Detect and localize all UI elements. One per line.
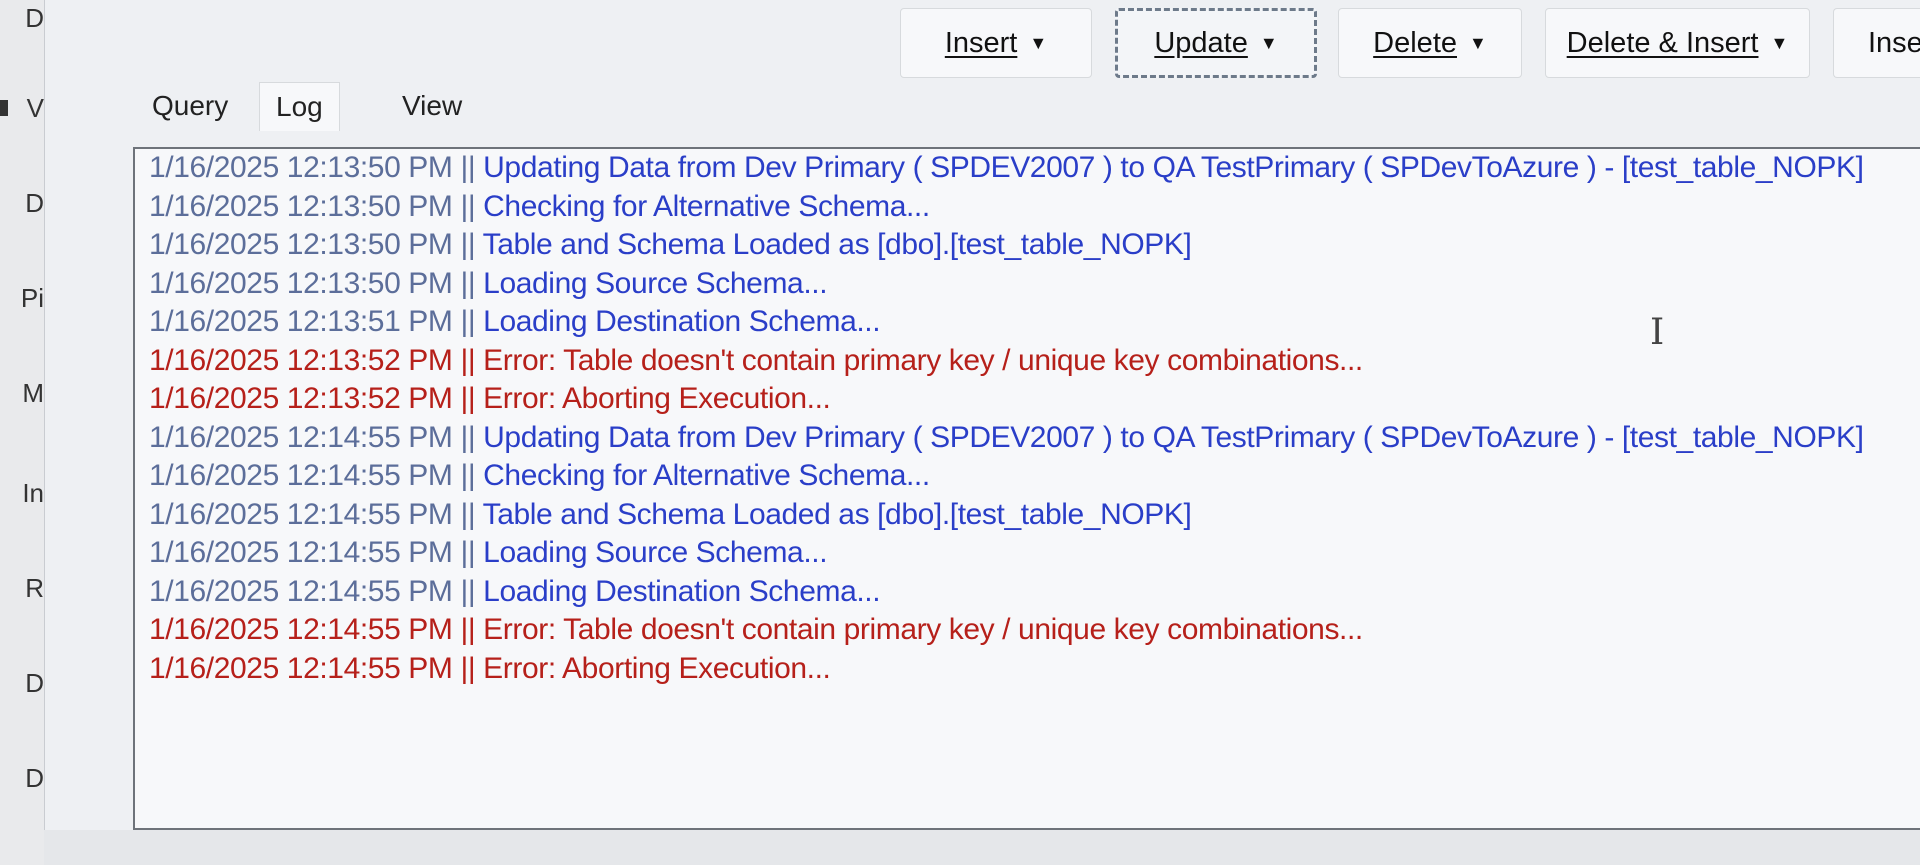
log-line-error: 1/16/2025 12:13:52 PM || Error: Aborting…: [135, 380, 1920, 419]
insert-update-button[interactable]: Inse: [1833, 8, 1920, 78]
log-timestamp: 1/16/2025 12:13:50 PM ||: [149, 151, 476, 184]
sidebar-arrow-icon: [0, 100, 8, 116]
log-timestamp: 1/16/2025 12:14:55 PM ||: [149, 497, 476, 531]
sidebar-item-9[interactable]: D: [10, 760, 44, 796]
log-message: Table and Schema Loaded as [dbo].[test_t…: [475, 497, 1192, 531]
log-message: Error: Aborting Execution...: [475, 382, 831, 415]
log-message: Table and Schema Loaded as [dbo].[test_t…: [475, 228, 1192, 261]
log-timestamp: 1/16/2025 12:14:55 PM ||: [149, 651, 476, 685]
log-line: 1/16/2025 12:14:55 PM || Loading Destina…: [135, 573, 1920, 612]
chevron-down-icon: ▼: [1029, 32, 1048, 53]
log-line: 1/16/2025 12:14:55 PM || Loading Source …: [135, 534, 1920, 573]
sidebar-item-7[interactable]: R: [10, 570, 44, 606]
log-message: Checking for Alternative Schema...: [475, 189, 930, 223]
log-line-error: 1/16/2025 12:14:55 PM || Error: Table do…: [135, 611, 1920, 650]
log-timestamp: 1/16/2025 12:13:51 PM ||: [149, 305, 476, 338]
log-message: Loading Source Schema...: [475, 536, 828, 569]
left-sidebar: D V D Pi M In R D D: [0, 0, 45, 865]
log-output-panel[interactable]: 1/16/2025 12:13:50 PM || Updating Data f…: [133, 147, 1920, 830]
delete-label: Delete: [1373, 26, 1457, 59]
bottom-strip: [44, 830, 1920, 865]
log-timestamp: 1/16/2025 12:14:55 PM ||: [149, 420, 476, 454]
delete-insert-label: Delete & Insert: [1566, 26, 1759, 59]
log-line: 1/16/2025 12:13:50 PM || Loading Source …: [135, 265, 1920, 304]
update-label: Update: [1154, 26, 1248, 59]
chevron-down-icon: ▼: [1259, 32, 1278, 53]
sidebar-item-5[interactable]: M: [10, 375, 44, 411]
log-message: Loading Destination Schema...: [475, 574, 881, 608]
log-timestamp: 1/16/2025 12:13:52 PM ||: [149, 382, 476, 415]
log-message: Error: Aborting Execution...: [475, 651, 831, 685]
delete-insert-button[interactable]: Delete & Insert ▼: [1545, 8, 1810, 78]
log-line-error: 1/16/2025 12:14:55 PM || Error: Aborting…: [135, 650, 1920, 689]
log-timestamp: 1/16/2025 12:13:50 PM ||: [149, 228, 476, 261]
log-message: Updating Data from Dev Primary ( SPDEV20…: [475, 420, 1864, 454]
log-timestamp: 1/16/2025 12:13:50 PM ||: [149, 189, 476, 223]
tab-log[interactable]: Log: [259, 82, 340, 131]
i-beam-cursor-icon: I: [1650, 312, 1665, 353]
tab-view[interactable]: View: [402, 82, 462, 130]
log-message: Loading Destination Schema...: [475, 305, 881, 338]
log-message: Loading Source Schema...: [475, 266, 828, 300]
log-message: Error: Table doesn't contain primary key…: [475, 613, 1363, 646]
log-message: Updating Data from Dev Primary ( SPDEV20…: [475, 151, 1864, 184]
log-timestamp: 1/16/2025 12:14:55 PM ||: [149, 574, 476, 608]
log-message: Error: Table doesn't contain primary key…: [475, 343, 1363, 377]
sidebar-item-3[interactable]: D: [10, 185, 44, 221]
insert-label: Insert: [944, 26, 1018, 59]
log-line: 1/16/2025 12:13:50 PM || Table and Schem…: [135, 226, 1920, 265]
log-timestamp: 1/16/2025 12:13:52 PM ||: [149, 343, 476, 377]
update-button[interactable]: Update ▼: [1115, 8, 1317, 78]
log-line: 1/16/2025 12:14:55 PM || Table and Schem…: [135, 496, 1920, 535]
log-line: 1/16/2025 12:13:50 PM || Checking for Al…: [135, 188, 1920, 227]
tab-query[interactable]: Query: [152, 82, 228, 130]
log-message: Checking for Alternative Schema...: [475, 459, 930, 492]
chevron-down-icon: ▼: [1770, 32, 1789, 53]
sidebar-item-6[interactable]: In: [10, 475, 44, 511]
log-timestamp: 1/16/2025 12:14:55 PM ||: [149, 536, 476, 569]
delete-button[interactable]: Delete ▼: [1338, 8, 1522, 78]
sidebar-item-2[interactable]: V: [10, 90, 44, 126]
log-line: 1/16/2025 12:14:55 PM || Checking for Al…: [135, 457, 1920, 496]
log-timestamp: 1/16/2025 12:14:55 PM ||: [149, 459, 476, 492]
log-timestamp: 1/16/2025 12:13:50 PM ||: [149, 266, 476, 300]
log-line: 1/16/2025 12:14:55 PM || Updating Data f…: [135, 419, 1920, 458]
sidebar-item-8[interactable]: D: [10, 665, 44, 701]
insert-update-label: Inse: [1868, 26, 1920, 59]
sidebar-item-4[interactable]: Pi: [10, 280, 44, 316]
insert-button[interactable]: Insert ▼: [900, 8, 1092, 78]
log-line: 1/16/2025 12:13:50 PM || Updating Data f…: [135, 149, 1920, 188]
sidebar-item-1[interactable]: D: [10, 0, 44, 36]
chevron-down-icon: ▼: [1469, 32, 1487, 53]
log-timestamp: 1/16/2025 12:14:55 PM ||: [149, 613, 476, 646]
